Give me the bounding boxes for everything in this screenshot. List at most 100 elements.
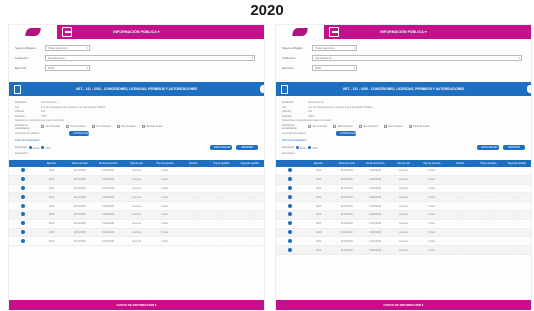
table-row[interactable]: 2020 01/01/2020 31/03/2020 Licencia Física..… (9, 228, 264, 238)
table-row[interactable]: 2020 01/01/2020 31/03/2020 Licencia Física..… (9, 175, 264, 185)
checkbox-icon[interactable] (333, 125, 337, 128)
topbar-title[interactable]: INFORMACIÓN PÚBLICA ▾ (276, 30, 531, 34)
table-row[interactable]: 2020 01/01/2020 31/03/2020 Licencia Física..… (9, 166, 264, 176)
table-row[interactable]: 2020 01/01/2020 31/03/2020 Licencia Física..… (9, 219, 264, 229)
column-header[interactable]: Nombre (446, 160, 474, 167)
checkbox-icon[interactable] (91, 125, 95, 128)
row-detail-icon[interactable] (288, 168, 293, 173)
share-tab-icon[interactable] (527, 85, 531, 93)
row-detail-icon[interactable] (288, 203, 293, 208)
row-detail-icon[interactable] (21, 203, 26, 208)
row-select-cell[interactable] (276, 245, 305, 255)
period-checkbox[interactable]: 1er trimestre (308, 125, 327, 128)
export-button[interactable]: DESCARGAR (210, 145, 232, 150)
table-row[interactable]: 2020 01/01/2020 31/03/2020 Licencia Física..… (9, 210, 264, 220)
row-select-cell[interactable] (276, 219, 305, 229)
row-select-cell[interactable] (276, 210, 305, 220)
column-header[interactable]: Ejercicio (304, 160, 332, 167)
row-select-cell[interactable] (276, 236, 305, 247)
column-header[interactable]: Primer apellido (474, 160, 502, 167)
row-select-cell[interactable] (276, 201, 305, 211)
table-row[interactable]: 2020 01/01/2020 31/03/2020 Licencia Física..… (276, 236, 531, 247)
bottom-bar[interactable]: DATOS DE INFORMACIÓN ▾ (276, 300, 531, 310)
checkbox-icon[interactable] (408, 125, 412, 128)
period-checkbox[interactable]: 2do trimestre (66, 125, 86, 128)
checkbox-icon[interactable] (383, 125, 387, 128)
row-detail-icon[interactable] (21, 229, 26, 234)
column-header[interactable]: Primer apellido (207, 160, 235, 167)
table-row[interactable]: 2020 01/01/2020 31/03/2020 Licencia Física..… (276, 184, 531, 194)
table-row[interactable]: 2020 01/01/2020 31/03/2020 Licencia Física..… (276, 245, 531, 255)
period-checkbox[interactable]: Periodo anual (408, 125, 429, 128)
period-checkbox[interactable]: 3er trimestre (358, 125, 378, 128)
radio-icon[interactable] (295, 145, 299, 149)
filter-select[interactable]: Secretaría de ... (312, 54, 522, 61)
row-select-cell[interactable] (9, 166, 38, 176)
table-row[interactable]: 2020 01/01/2020 31/03/2020 Licencia Física..… (9, 201, 264, 211)
row-detail-icon[interactable] (288, 194, 293, 199)
row-select-cell[interactable] (9, 219, 38, 229)
table-row[interactable]: 2020 01/01/2020 31/03/2020 Licencia Física..… (276, 201, 531, 211)
row-select-cell[interactable] (9, 175, 38, 185)
row-select-cell[interactable] (276, 228, 305, 238)
row-select-cell[interactable] (9, 236, 38, 247)
column-header[interactable]: Fecha de término (361, 160, 389, 167)
column-header[interactable]: Fecha de término (94, 160, 122, 167)
row-detail-icon[interactable] (21, 168, 26, 173)
column-header[interactable]: Segundo apellido (236, 160, 264, 167)
checkbox-icon[interactable] (141, 125, 145, 128)
table-row[interactable]: 2020 01/01/2020 31/03/2020 Licencia Física..… (276, 175, 531, 185)
row-select-cell[interactable] (9, 228, 38, 238)
filter-select[interactable]: 2020 (45, 64, 90, 71)
bottom-bar[interactable]: DATOS DE INFORMACIÓN ▾ (9, 300, 264, 310)
table-row[interactable]: 2020 01/01/2020 31/03/2020 Licencia Física..… (276, 166, 531, 176)
row-detail-icon[interactable] (21, 238, 26, 243)
table-row[interactable]: 2020 01/01/2020 31/03/2020 Licencia Física..… (9, 184, 264, 194)
row-detail-icon[interactable] (288, 185, 293, 190)
row-detail-icon[interactable] (288, 229, 293, 234)
filter-select[interactable]: 2020 (312, 64, 357, 71)
export-button[interactable]: IMPRIMIR (503, 145, 525, 150)
period-checkbox[interactable]: 1er trimestre (41, 125, 60, 128)
row-detail-icon[interactable] (21, 177, 26, 182)
filter-select[interactable]: Poder Ejecutivo (312, 44, 357, 51)
radio-icon[interactable] (41, 145, 45, 149)
topbar-title[interactable]: INFORMACIÓN PÚBLICA ▾ (9, 30, 264, 34)
export-button[interactable]: DESCARGAR (477, 145, 499, 150)
row-select-cell[interactable] (9, 184, 38, 194)
period-checkbox[interactable]: 4to trimestre (116, 125, 136, 128)
column-header[interactable]: Fecha de inicio (333, 160, 361, 167)
column-header[interactable]: Tipo de acto (389, 160, 417, 167)
consult-button[interactable]: CONSULTAR (336, 131, 357, 136)
row-detail-icon[interactable] (21, 221, 26, 226)
column-header[interactable]: Nombre (179, 160, 207, 167)
checkbox-icon[interactable] (308, 125, 311, 128)
row-select-cell[interactable] (276, 192, 305, 203)
row-detail-icon[interactable] (288, 212, 293, 217)
row-select-cell[interactable] (276, 184, 305, 194)
row-select-cell[interactable] (9, 201, 38, 211)
filter-select[interactable]: Secretaría de ... (45, 54, 255, 61)
period-checkbox[interactable]: 4to trimestre (383, 125, 403, 128)
consult-button[interactable]: CONSULTAR (69, 131, 90, 136)
row-detail-icon[interactable] (288, 247, 293, 252)
filter-select[interactable]: Poder Ejecutivo (45, 44, 90, 51)
period-checkbox[interactable]: 2do trimestre (333, 125, 353, 128)
column-header[interactable]: Tipo de acto (122, 160, 150, 167)
row-select-cell[interactable] (9, 210, 38, 220)
checkbox-icon[interactable] (66, 125, 70, 128)
checkbox-icon[interactable] (358, 125, 362, 128)
table-row[interactable]: 2020 01/01/2020 31/03/2020 Licencia Física..… (276, 210, 531, 220)
table-row[interactable]: 2020 01/01/2020 31/03/2020 Licencia Física..… (9, 236, 264, 247)
period-checkbox[interactable]: 3er trimestre (91, 125, 111, 128)
radio-icon[interactable] (28, 145, 32, 149)
row-select-cell[interactable] (9, 192, 38, 203)
row-select-cell[interactable] (276, 175, 305, 185)
column-header[interactable]: Fecha de inicio (66, 160, 94, 167)
table-row[interactable]: 2020 01/01/2020 31/03/2020 Licencia Física..… (9, 192, 264, 203)
column-header[interactable]: Ejercicio (37, 160, 65, 167)
export-button[interactable]: IMPRIMIR (236, 145, 258, 150)
share-tab-icon[interactable] (260, 85, 264, 93)
table-row[interactable]: 2020 01/01/2020 31/03/2020 Licencia Física..… (276, 228, 531, 238)
radio-icon[interactable] (308, 145, 312, 149)
